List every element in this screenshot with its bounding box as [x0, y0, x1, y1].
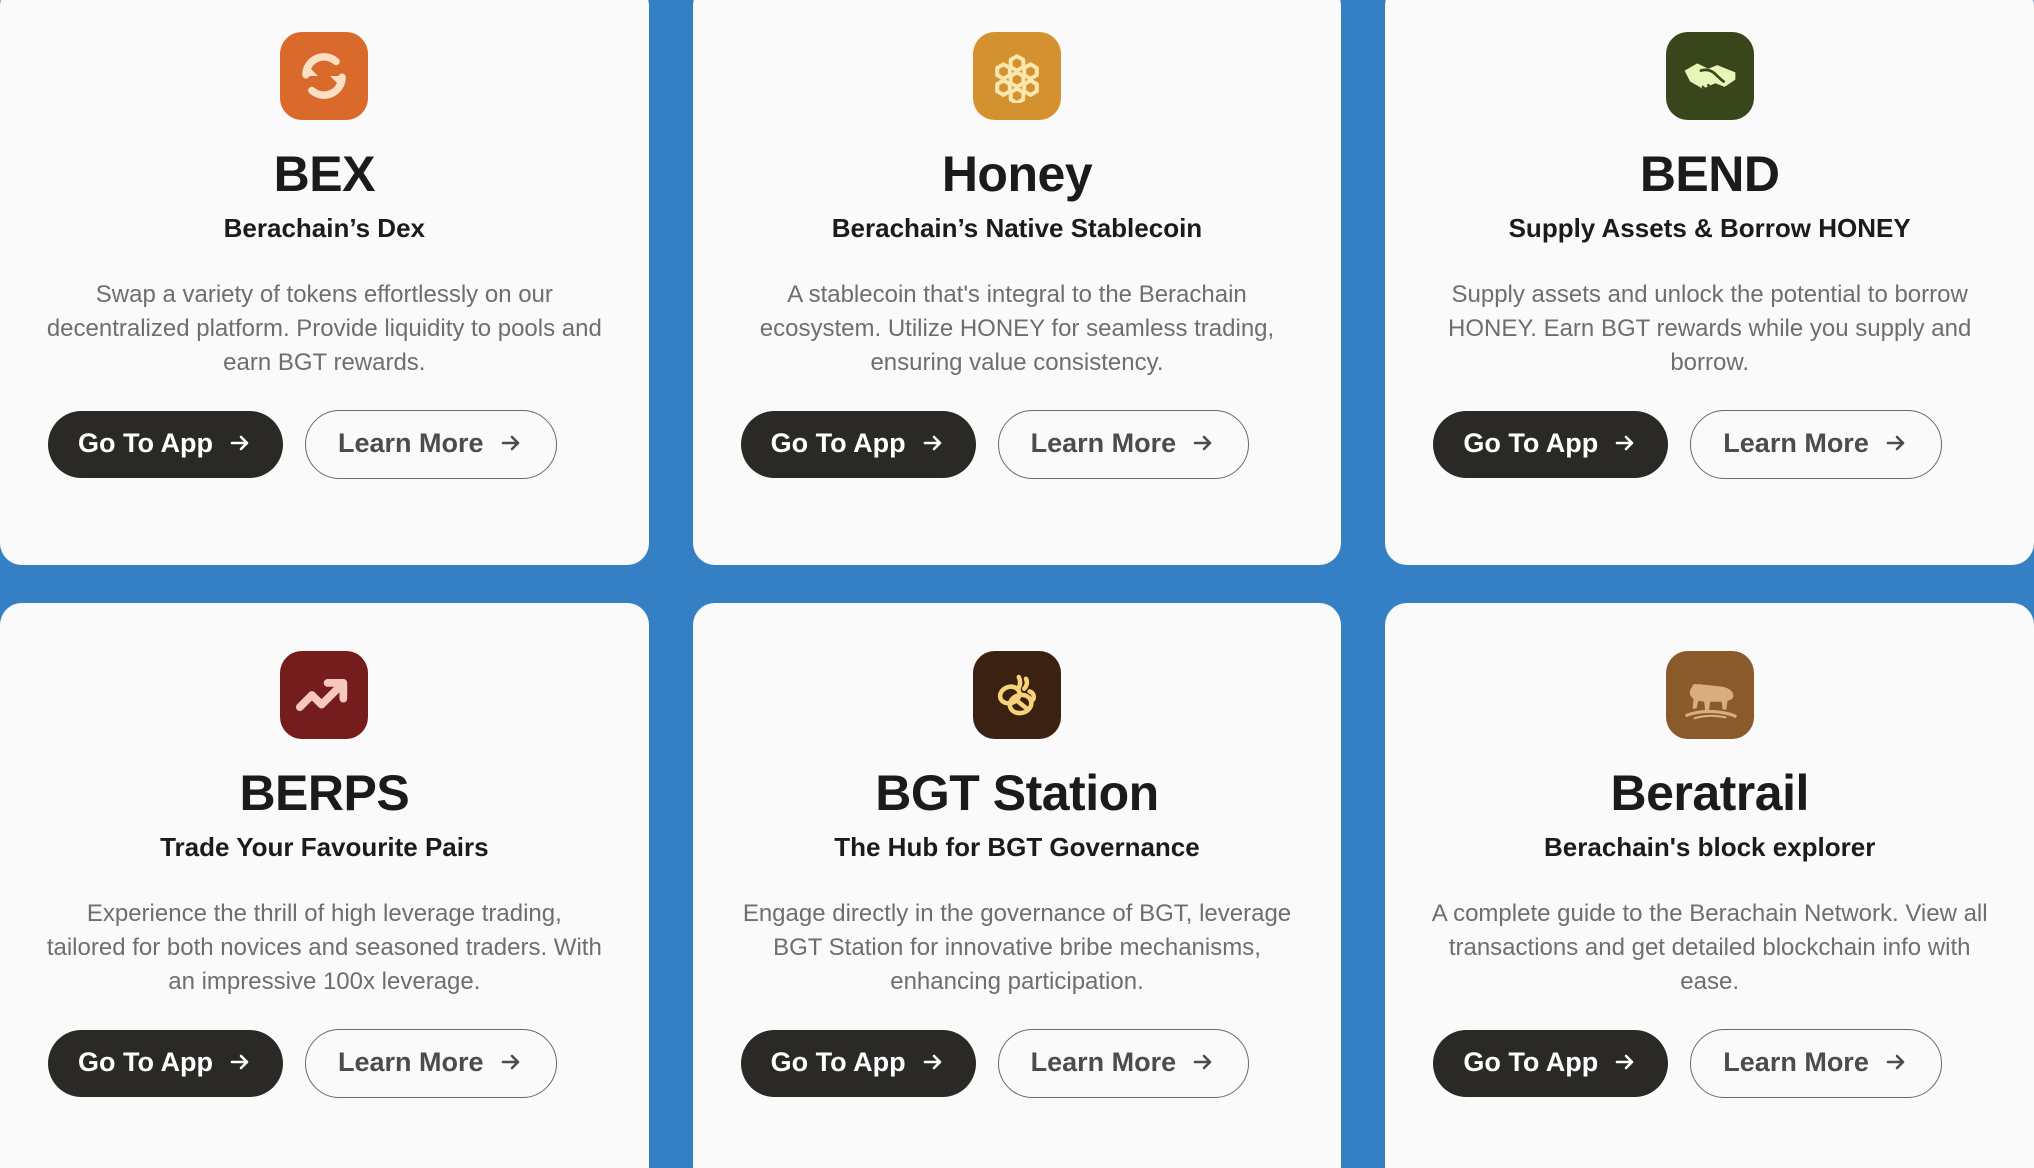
app-card-bex[interactable]: BEX Berachain’s Dex Swap a variety of to…: [0, 0, 649, 565]
learn-more-button[interactable]: Learn More: [997, 1028, 1250, 1098]
go-to-app-label: Go To App: [78, 427, 213, 458]
learn-more-label: Learn More: [1723, 1046, 1869, 1077]
card-subtitle: Berachain’s Dex: [223, 212, 426, 243]
card-description: Supply assets and unlock the potential t…: [1447, 280, 1972, 376]
swap-arrows-icon: [280, 32, 369, 120]
card-title: BEX: [273, 146, 376, 202]
learn-more-button[interactable]: Learn More: [1690, 1028, 1942, 1098]
app-card-beratrail[interactable]: Beratrail Berachain's block explorer A c…: [1385, 603, 2034, 1168]
app-card-bgt-station[interactable]: BGT Station The Hub for BGT Governance E…: [692, 603, 1342, 1168]
card-actions: Go To App Learn More: [46, 1028, 603, 1098]
arrow-right-icon: [923, 436, 941, 451]
learn-more-label: Learn More: [1030, 427, 1177, 458]
arrow-right-icon: [501, 1055, 519, 1070]
card-actions: Go To App Learn More: [1431, 1028, 1988, 1098]
card-title: BGT Station: [875, 765, 1159, 821]
card-actions: Go To App Learn More: [46, 409, 603, 479]
arrow-right-icon: [1615, 1055, 1634, 1070]
learn-more-button[interactable]: Learn More: [997, 409, 1250, 479]
card-description: A complete guide to the Berachain Networ…: [1431, 899, 1988, 995]
card-description: Swap a variety of tokens effortlessly on…: [46, 280, 602, 376]
card-title: BEND: [1639, 146, 1780, 202]
go-to-app-label: Go To App: [1463, 1046, 1599, 1077]
card-description: Experience the thrill of high leverage t…: [46, 899, 602, 995]
bear-trail-icon: [1665, 651, 1754, 739]
go-to-app-label: Go To App: [770, 1046, 906, 1077]
go-to-app-button[interactable]: Go To App: [740, 410, 976, 478]
card-actions: Go To App Learn More: [739, 1028, 1296, 1098]
app-card-bend[interactable]: BEND Supply Assets & Borrow HONEY Supply…: [1385, 0, 2034, 565]
card-subtitle: Supply Assets & Borrow HONEY: [1508, 212, 1911, 243]
arrow-right-icon: [1886, 436, 1905, 451]
go-to-app-button[interactable]: Go To App: [1433, 1029, 1669, 1097]
card-title: Beratrail: [1610, 765, 1809, 821]
go-to-app-button[interactable]: Go To App: [48, 1029, 283, 1097]
go-to-app-label: Go To App: [78, 1046, 213, 1077]
arrow-right-icon: [501, 436, 519, 451]
learn-more-label: Learn More: [337, 427, 484, 458]
arrow-right-icon: [1886, 1055, 1905, 1070]
card-actions: Go To App Learn More: [739, 409, 1296, 479]
go-to-app-label: Go To App: [1463, 427, 1599, 458]
card-description: A stablecoin that's integral to the Bera…: [759, 280, 1275, 376]
card-description: Engage directly in the governance of BGT…: [742, 899, 1292, 995]
honeycomb-icon: [972, 32, 1061, 120]
go-to-app-button[interactable]: Go To App: [740, 1029, 976, 1097]
card-title: BERPS: [239, 765, 410, 821]
card-actions: Go To App Learn More: [1431, 409, 1988, 479]
arrow-right-icon: [230, 436, 249, 451]
arrow-right-icon: [1193, 1055, 1212, 1070]
go-to-app-button[interactable]: Go To App: [1433, 410, 1669, 478]
learn-more-button[interactable]: Learn More: [304, 1028, 557, 1098]
go-to-app-button[interactable]: Go To App: [48, 410, 283, 478]
learn-more-button[interactable]: Learn More: [304, 409, 557, 479]
arrow-right-icon: [1615, 436, 1634, 451]
card-subtitle: Trade Your Favourite Pairs: [160, 831, 489, 862]
card-subtitle: Berachain's block explorer: [1544, 831, 1876, 862]
app-card-honey[interactable]: Honey Berachain’s Native Stablecoin A st…: [692, 0, 1342, 565]
card-subtitle: Berachain’s Native Stablecoin: [831, 212, 1203, 243]
arrow-right-icon: [230, 1055, 249, 1070]
bee-icon: [972, 651, 1061, 739]
arrow-right-icon: [923, 1055, 941, 1070]
trending-up-icon: [280, 651, 369, 739]
learn-more-button[interactable]: Learn More: [1690, 409, 1942, 479]
app-cards-grid: BEX Berachain’s Dex Swap a variety of to…: [0, 0, 2034, 1168]
handshake-icon: [1665, 32, 1754, 120]
app-card-berps[interactable]: BERPS Trade Your Favourite Pairs Experie…: [0, 603, 649, 1168]
card-subtitle: The Hub for BGT Governance: [834, 831, 1200, 862]
learn-more-label: Learn More: [337, 1046, 484, 1077]
learn-more-label: Learn More: [1723, 427, 1869, 458]
card-title: Honey: [941, 146, 1093, 202]
go-to-app-label: Go To App: [770, 427, 906, 458]
learn-more-label: Learn More: [1030, 1046, 1177, 1077]
arrow-right-icon: [1193, 436, 1212, 451]
